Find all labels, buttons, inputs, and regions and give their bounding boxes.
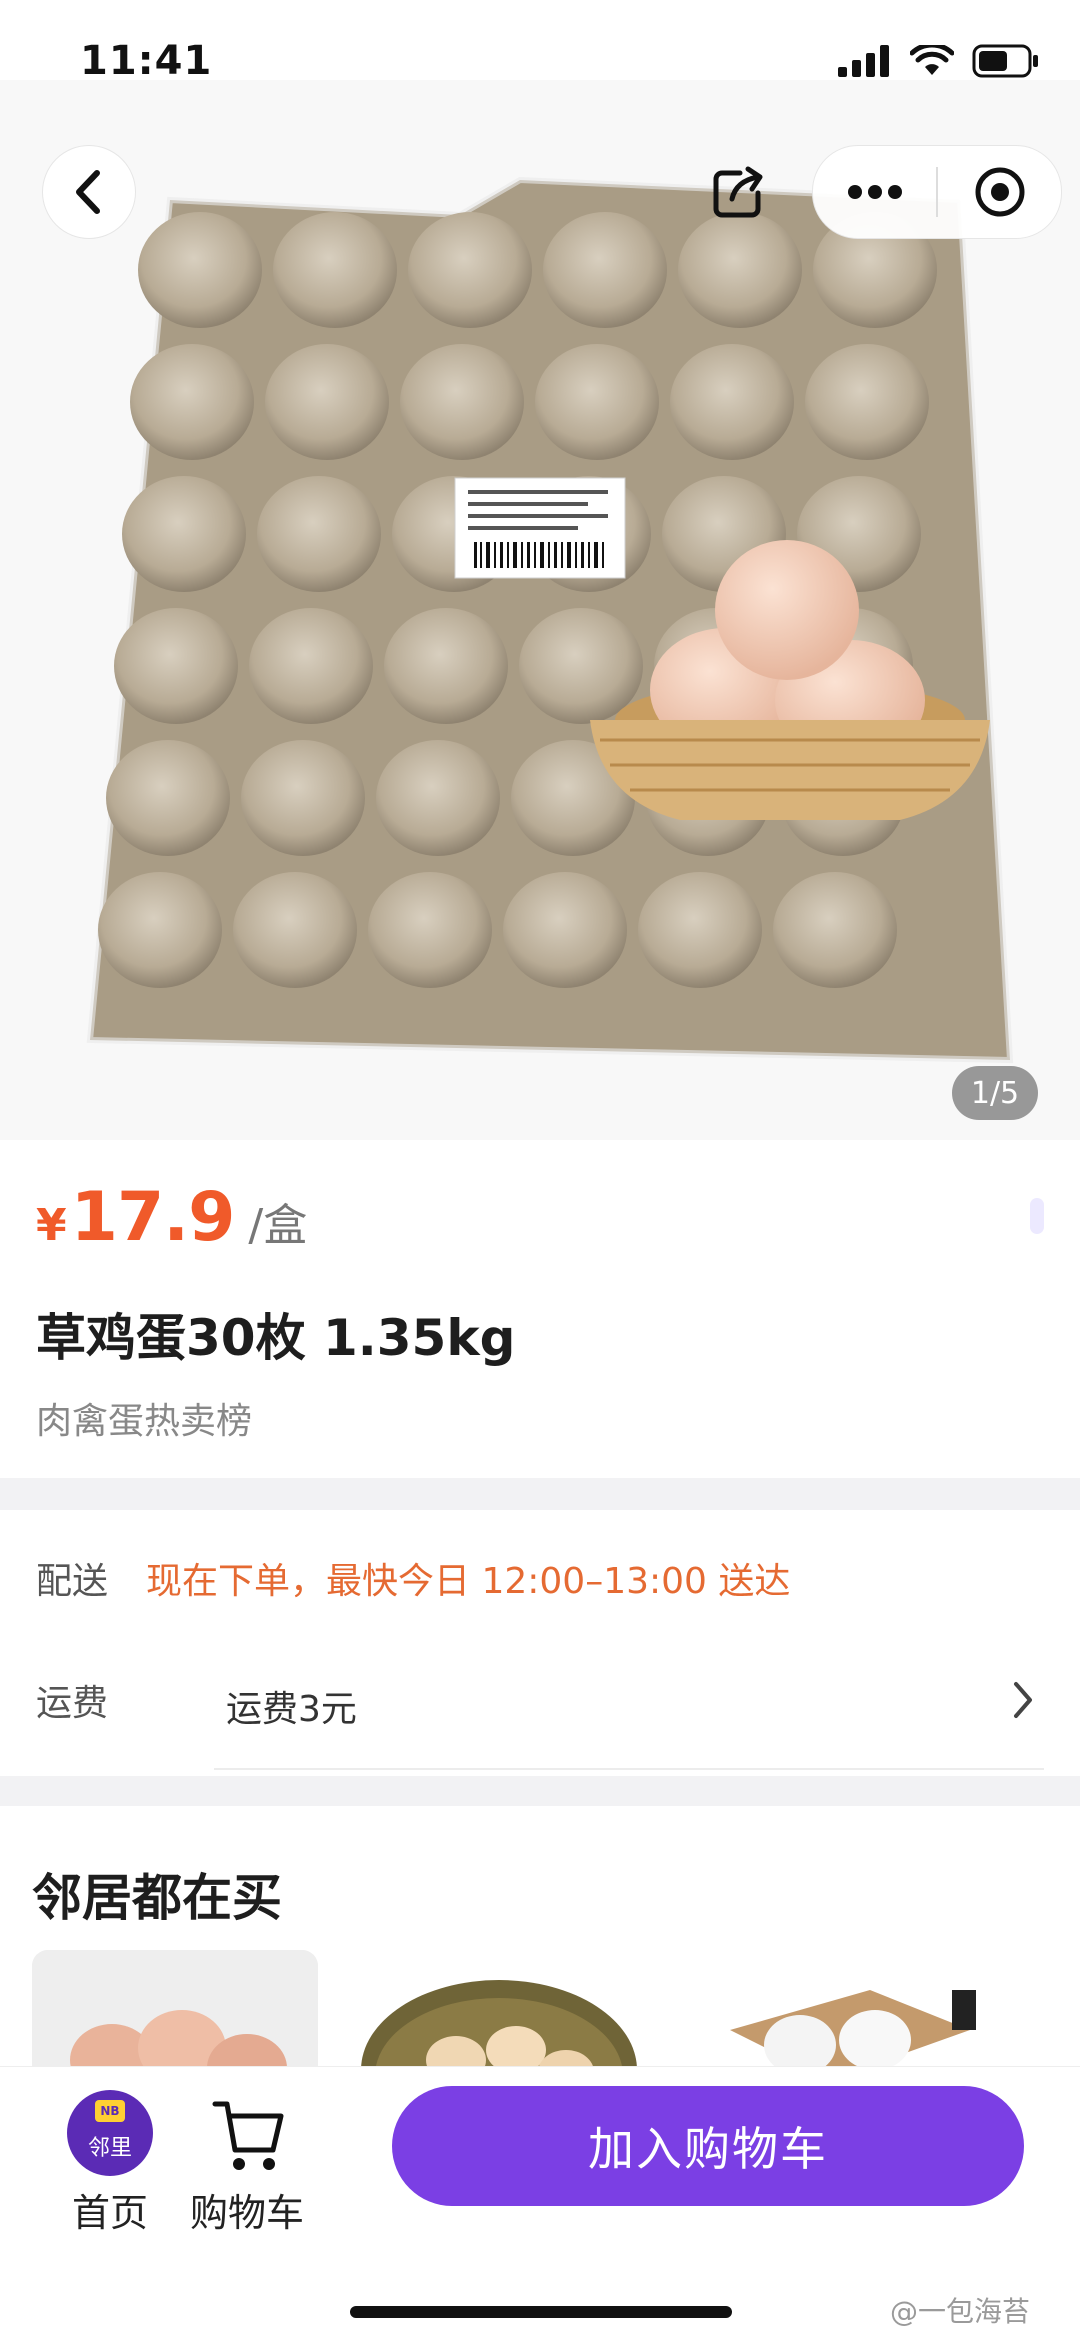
tray-cup [400,344,524,460]
tray-cup [805,344,929,460]
tray-cup [773,872,897,988]
logo-badge: NB [95,2100,125,2122]
back-icon [76,170,100,214]
tray-cup [257,476,381,592]
delivery-time: 现在下单，最快今日 12:00–13:00 送达 [146,1561,791,1602]
chevron-right-icon [1014,1682,1032,1718]
watermark: @一包海苔 [890,2295,1031,2328]
target-icon [975,167,1024,217]
recommend-title: 邻居都在买 [32,1869,282,1927]
tab-home[interactable]: NB 邻里 首页 [58,2090,162,2237]
share-icon [713,166,763,218]
status-time: 11:41 [80,38,213,84]
price-unit: /盒 [248,1200,308,1251]
tray-cup [535,344,659,460]
tab-home-label: 首页 [71,2191,148,2235]
image-counter: 1/5 [952,1066,1038,1120]
tray-cup [138,212,262,328]
tray-cup [368,872,492,988]
logo-text: 邻里 [87,2136,132,2161]
tray-cup [638,872,762,988]
section-separator [0,1776,1080,1806]
home-indicator [350,2306,732,2318]
tray-cup [670,344,794,460]
app-logo: NB 邻里 [67,2090,153,2176]
delivery-label: 配送 [36,1561,109,1602]
product-detail-page: 11:41 1/5 ¥ 17.9 /盒 草鸡蛋30枚 1.35kg 肉禽蛋热卖榜… [0,0,1080,2339]
tray-cup [130,344,254,460]
wifi-icon [910,45,954,75]
tray-cup [106,740,230,856]
more-icon [847,185,902,199]
side-indicator [1030,1198,1044,1234]
tray-cup [233,872,357,988]
tab-cart[interactable]: 购物车 [182,2090,312,2237]
tray-cup [408,212,532,328]
tray-cup [249,608,373,724]
back-button[interactable] [42,145,136,239]
shipping-label: 运费 [36,1683,109,1724]
tray-cup [384,608,508,724]
battery-icon [972,44,1038,78]
tray-cup [543,212,667,328]
signal-icon [838,45,889,77]
shipping-detail-button[interactable] [1010,1678,1036,1726]
tray-cup [519,608,643,724]
add-to-cart-button[interactable]: 加入购物车 [392,2086,1024,2206]
product-title: 草鸡蛋30枚 1.35kg [36,1309,516,1367]
tray-cup [241,740,365,856]
tray-cup [114,608,238,724]
egg-tray-illustration [0,80,1080,1140]
shipping-fee[interactable]: 运费3元 [226,1680,357,1732]
section-separator [0,1478,1080,1510]
price-symbol: ¥ [36,1200,67,1251]
price-value: 17.9 [70,1178,236,1257]
tray-cup [273,212,397,328]
tray-cup [265,344,389,460]
price-row: ¥ 17.9 /盒 [36,1178,307,1257]
cart-icon [212,2101,284,2170]
product-image[interactable] [0,80,1080,1140]
mini-program-capsule [812,145,1062,239]
tray-cup [376,740,500,856]
tray-cup [503,872,627,988]
share-button[interactable] [700,155,776,231]
close-miniprogram-button[interactable] [938,146,1061,238]
divider [214,1768,1044,1770]
status-icons [838,44,1040,78]
tab-cart-label: 购物车 [189,2191,304,2235]
tray-cup [122,476,246,592]
category-tag[interactable]: 肉禽蛋热卖榜 [36,1392,252,1444]
tray-cup [98,872,222,988]
more-button[interactable] [813,146,936,238]
